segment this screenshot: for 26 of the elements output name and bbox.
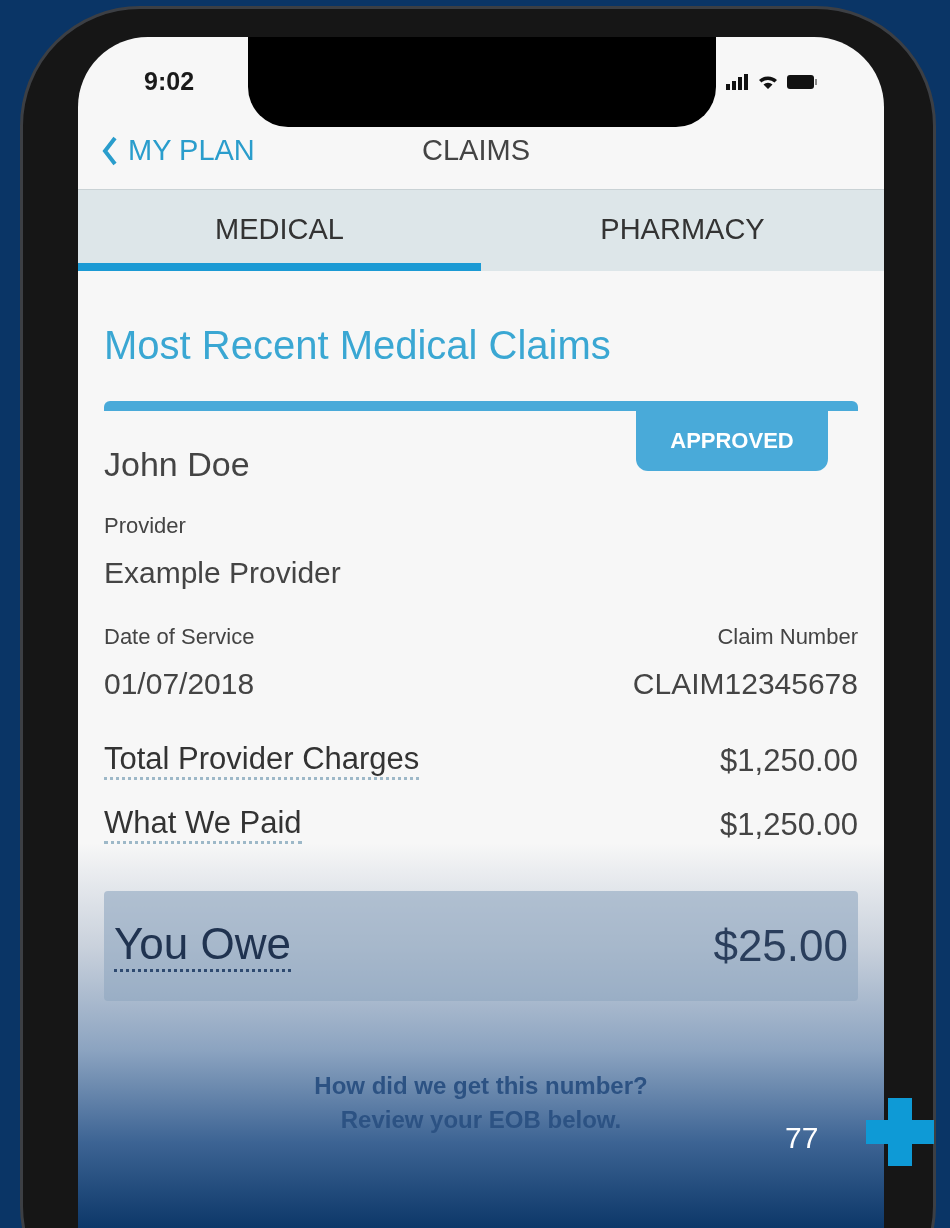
battery-icon [786,74,818,90]
total-label: You Owe [114,920,291,972]
member-name: John Doe [104,444,250,485]
field-value: 01/07/2018 [104,666,255,702]
amount-label[interactable]: Total Provider Charges [104,742,420,780]
chevron-left-icon [102,136,118,166]
note-text: How did we get this number? [314,1071,648,1101]
amount-value: $1,250.00 [720,741,858,780]
cross-logo-icon [866,1098,934,1166]
field-label: Claim Number [717,623,858,651]
total-amount: $25.00 [713,920,848,972]
tab[interactable]: PHARMACY [481,190,884,271]
amount-label[interactable]: What We Paid [104,806,302,844]
signal-icon [726,74,750,90]
section-title: Most Recent Medical Claims [104,322,612,369]
field-value: CLAIM12345678 [632,666,858,702]
amount-value: $1,250.00 [720,805,858,844]
page-number: 77 [785,1120,819,1156]
field-label: Provider [104,512,187,540]
field-label: Date of Service [104,623,255,651]
field-value: Example Provider [104,555,342,591]
tab[interactable]: MEDICAL [78,190,481,271]
wifi-icon [758,74,778,90]
screen-title: CLAIMS [422,133,530,169]
status-badge: APPROVED [636,409,828,471]
status-time: 9:02 [144,66,195,98]
